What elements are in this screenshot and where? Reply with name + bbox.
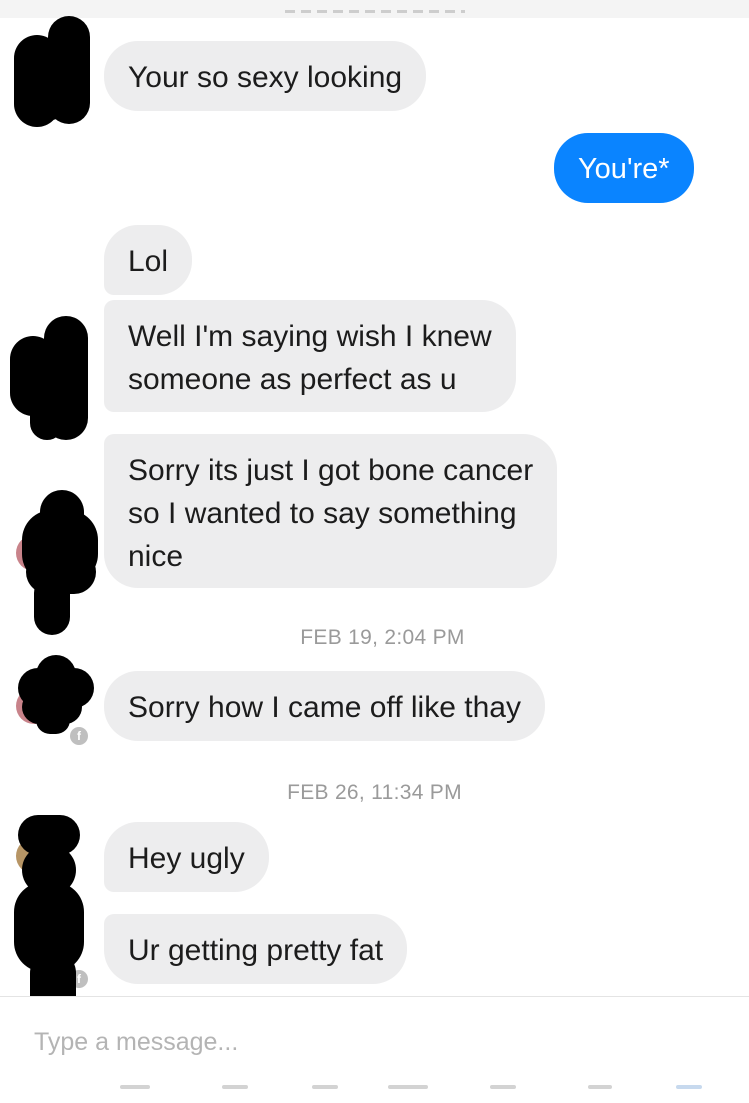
timestamp: FEB 19, 2:04 PM xyxy=(300,626,465,649)
gif-icon[interactable] xyxy=(388,1085,428,1089)
message-text-line: someone as perfect as u xyxy=(128,363,457,396)
message-text: Lol xyxy=(128,245,169,278)
message-text-line: so I wanted to say something xyxy=(128,497,517,530)
message-bubble-incoming[interactable]: Well I'm saying wish I knew someone as p… xyxy=(104,300,516,412)
more-icon[interactable] xyxy=(588,1085,612,1089)
message-text-line: Well I'm saying wish I knew xyxy=(128,320,492,353)
messenger-badge-icon: f xyxy=(70,727,88,745)
timestamp: FEB 26, 11:34 PM xyxy=(287,781,462,804)
message-bubble-incoming[interactable]: Your so sexy looking xyxy=(104,41,427,111)
message-text: Ur getting pretty fat xyxy=(128,934,384,967)
message-text-line: Sorry its just I got bone cancer xyxy=(128,454,534,487)
like-icon[interactable] xyxy=(676,1085,702,1089)
message-text: You're* xyxy=(578,153,670,185)
message-bubble-incoming[interactable]: Ur getting pretty fat xyxy=(104,914,408,984)
cropped-timestamp-remnant xyxy=(285,10,465,13)
message-bubble-incoming[interactable]: Lol xyxy=(104,225,193,295)
message-text: Sorry how I came off like thay xyxy=(128,691,521,724)
message-input[interactable]: Type a message... xyxy=(34,1025,714,1059)
message-bubble-incoming[interactable]: Hey ugly xyxy=(104,822,269,892)
composer-toolbar xyxy=(0,1079,749,1099)
top-cropped-strip xyxy=(0,0,749,18)
camera-icon[interactable] xyxy=(120,1085,150,1089)
message-text: Your so sexy looking xyxy=(128,61,403,94)
gallery-icon[interactable] xyxy=(222,1085,248,1089)
microphone-icon[interactable] xyxy=(490,1085,516,1089)
sticker-icon[interactable] xyxy=(312,1085,338,1089)
message-text: Hey ugly xyxy=(128,842,245,875)
message-bubble-incoming[interactable]: Sorry how I came off like thay xyxy=(104,671,545,741)
message-text-line: nice xyxy=(128,540,184,573)
message-bubble-incoming[interactable]: Sorry its just I got bone cancer so I wa… xyxy=(104,434,558,588)
message-bubble-outgoing[interactable]: You're* xyxy=(554,133,694,203)
message-composer: Type a message... xyxy=(0,996,749,1103)
